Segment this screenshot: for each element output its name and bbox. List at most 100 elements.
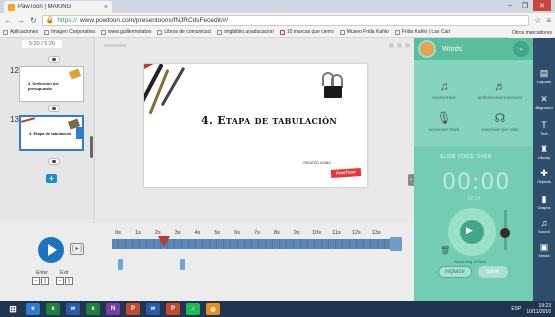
replace-button[interactable]: replace [438, 266, 472, 278]
close-tab-icon[interactable]: × [104, 4, 108, 11]
option-label: voiceover track [428, 127, 460, 132]
system-tray: ESP 19:23 10/11/2016 [511, 301, 551, 317]
pencil-illustration[interactable] [144, 64, 201, 72]
url-text: www.powtoon.com/presentoons/fNJRCdsFeced… [79, 16, 229, 24]
avatar [418, 40, 436, 58]
voice-notes-icon: ♬ [494, 79, 506, 93]
maximize-icon[interactable]: ❐ [518, 0, 532, 11]
taskbar-app-icon[interactable]: w [146, 303, 160, 315]
zoom-dot[interactable] [389, 43, 394, 48]
taskbar-app-icon[interactable]: P [126, 303, 140, 315]
bookmark-item[interactable]: Imagen Corporativa [44, 29, 95, 35]
bookmark-item[interactable]: Aplicaciones [3, 29, 38, 35]
layouts-tool[interactable]: ▤ Layouts [533, 68, 555, 84]
timeline-tick-label: 4s [194, 230, 201, 236]
exit-effect-button[interactable]: ▯ [65, 277, 73, 285]
timeline-object-marker[interactable] [180, 259, 185, 270]
sound-track-option[interactable]: ♫ sound track [418, 79, 470, 100]
headphones-icon: ☊ [494, 111, 506, 125]
taskbar-app-icon[interactable]: ♫ [186, 303, 200, 315]
add-slide-button[interactable]: + [46, 174, 57, 183]
music-note-icon: ♫ [439, 79, 449, 93]
bookmark-item[interactable]: 10 marcas que cierro [279, 29, 334, 35]
enter-minus-button[interactable]: – [32, 277, 40, 285]
url-field[interactable]: 🔒 https:// www.powtoon.com/presentoons/f… [41, 14, 530, 26]
tool-label: Text [540, 131, 548, 136]
slide-visibility-toggle[interactable] [48, 56, 60, 63]
slide-canvas[interactable]: 4. Etapa de tabulación CREATED USING Pow… [144, 64, 367, 187]
taskbar-app-icon[interactable]: x [86, 303, 100, 315]
other-bookmarks[interactable]: Otros marcadores [507, 27, 552, 38]
trash-icon[interactable]: 🗑 [440, 246, 450, 255]
slide-thumbnail-title: 4. Etapa de tabulación [29, 131, 72, 136]
microphone-icon: 🎙 [436, 111, 452, 125]
taskbar-app-icon[interactable]: e [26, 303, 40, 315]
window-close-icon[interactable]: ✕ [533, 0, 551, 11]
taskbar-app-icon[interactable]: ◍ [206, 303, 220, 315]
graphs-tool[interactable]: ▮ Graphs [533, 194, 555, 210]
professional-voiceover-option[interactable]: ♬ professional voiceover [474, 79, 526, 100]
timeline-track-filled[interactable] [112, 239, 390, 249]
objects-tool[interactable]: ✚ Objects [533, 168, 555, 184]
preview-step-button[interactable]: [ ▸ ] [70, 243, 84, 255]
thumbnail-decoration [68, 68, 82, 80]
forward-icon[interactable]: → [17, 16, 25, 25]
bookmark-item[interactable]: Frida Kahlo | Las Cart [394, 29, 450, 35]
taskbar-app-icon[interactable]: w [66, 303, 80, 315]
volume-knob[interactable] [500, 228, 510, 238]
play-button[interactable] [38, 237, 64, 263]
bookmark-item[interactable]: imgbiblio.unaducacion [217, 29, 274, 35]
timeline-tick-label: 13s [371, 230, 381, 236]
slides-scrollbar[interactable] [90, 136, 93, 158]
slide-thumbnail[interactable]: 3. Definición del presupuesto [19, 66, 84, 102]
minimize-icon[interactable]: – [503, 0, 517, 11]
exit-minus-button[interactable]: – [56, 277, 64, 285]
bookmark-star-icon[interactable]: ☆ [534, 16, 541, 25]
taskbar-app-icon[interactable]: P [166, 303, 180, 315]
start-icon[interactable]: ⊞ [6, 303, 20, 315]
zoom-dot[interactable] [397, 43, 402, 48]
zoom-dot[interactable] [405, 43, 410, 48]
background-icon: ✕ [540, 94, 548, 104]
layouts-icon: ▤ [539, 68, 549, 78]
playhead[interactable] [157, 236, 170, 247]
sound-tool[interactable]: ♫ Sound [533, 218, 555, 234]
bookmark-item[interactable]: Libros de comunicaci [157, 29, 211, 35]
option-label: professional voiceover [477, 95, 523, 100]
close-panel-icon[interactable]: ⌄ [513, 41, 529, 57]
slide-voiceover-card: SLIDE VOICE OVER 00:00 00:14 ▶ 🗑 Recordi… [414, 146, 533, 301]
window-controls: – ❐ ✕ [503, 0, 551, 11]
save-button[interactable]: save [478, 266, 508, 278]
enter-effect-button[interactable]: ▯ [41, 277, 49, 285]
text-tool[interactable]: T Text [533, 120, 555, 136]
library-tool[interactable]: ♜ Library [533, 144, 555, 160]
browser-tab[interactable]: PawToon | MAKING × [4, 1, 112, 13]
play-recording-icon[interactable]: ▶ [466, 225, 473, 236]
media-tool[interactable]: ▣ Media [533, 242, 555, 258]
bookmark-item[interactable]: www.guillermotatoo [101, 29, 151, 35]
background-tool[interactable]: ✕ Bkground [533, 94, 555, 110]
recording-timer: 00:00 [442, 170, 511, 195]
pencil-illustration[interactable] [148, 68, 170, 115]
slide-thumbnail-selected[interactable]: 4. Etapa de tabulación [19, 115, 84, 151]
bookmark-item[interactable]: Museo Frida Kahlo [339, 29, 389, 35]
slide-visibility-toggle[interactable] [48, 105, 60, 112]
timeline-object-marker[interactable] [118, 259, 123, 270]
back-icon[interactable]: ← [4, 16, 12, 25]
taskbar-app-icon[interactable]: N [106, 303, 120, 315]
slide-counter: 5:20 / 5:20 [22, 40, 62, 48]
taskbar-app-icon[interactable]: x [46, 303, 60, 315]
clock[interactable]: 19:23 10/11/2016 [526, 303, 551, 315]
browser-menu-icon[interactable]: ≡ [546, 16, 551, 25]
language-indicator[interactable]: ESP [511, 306, 521, 312]
binder-clip-illustration[interactable] [321, 72, 345, 100]
voiceover-track-option[interactable]: 🎙 voiceover track [418, 111, 470, 132]
slide-visibility-toggle[interactable] [48, 158, 60, 165]
timeline-end-handle[interactable] [390, 237, 402, 251]
sound-panel: Words ⌄ ♫ sound track ♬ professional voi… [414, 38, 533, 301]
slide-title[interactable]: 4. Etapa de tabulación [201, 114, 337, 127]
windows-taskbar: ⊞ e x w x N Pw P ♫ ◍ [0, 301, 555, 317]
reload-icon[interactable]: ↻ [30, 16, 37, 25]
voiceover-per-slide-option[interactable]: ☊ voiceover per slide [474, 111, 526, 132]
slide-menu-tab[interactable] [76, 127, 82, 139]
